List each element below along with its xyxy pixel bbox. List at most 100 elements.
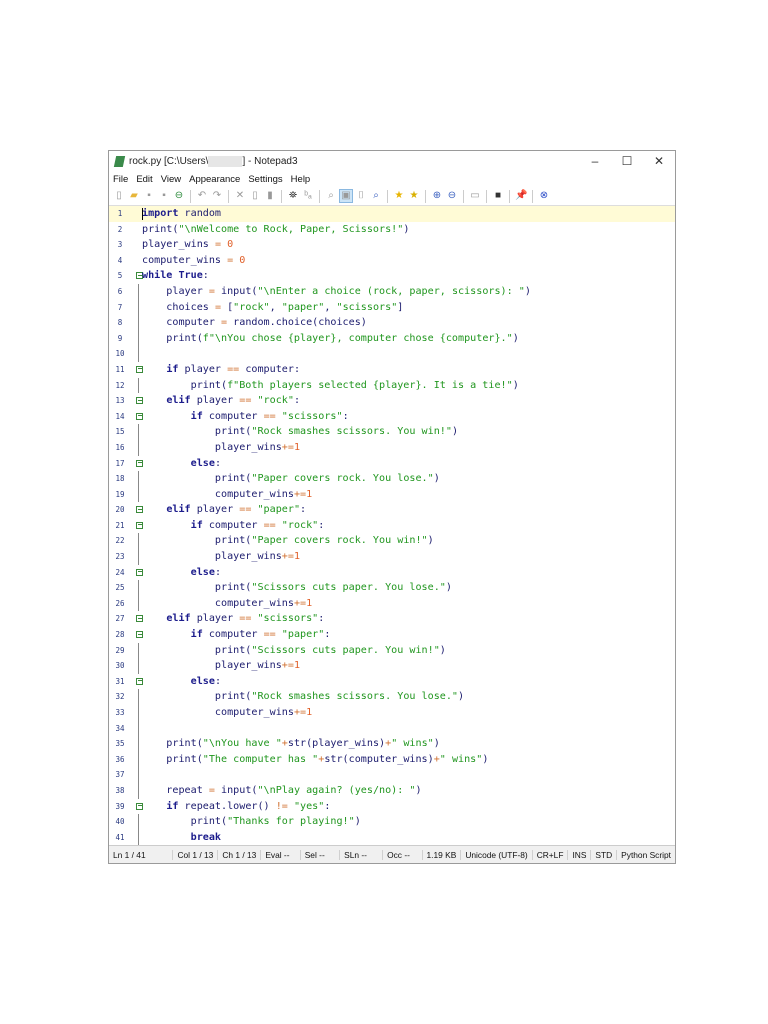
code-line[interactable]: 30 player_wins+=1 [109,658,675,674]
status-lexer[interactable]: Python Script [617,850,675,860]
code-line[interactable]: 9 print(f"\nYou chose {player}, computer… [109,330,675,347]
code-line[interactable]: 20 elif player == "paper": [109,502,675,518]
code-line[interactable]: 24 else: [109,565,675,581]
code-line[interactable]: 2 print("\nWelcome to Rock, Paper, Scisso… [109,222,675,238]
long-line-icon[interactable]: ⌷ [355,190,367,202]
code-text: print(f"Both players selected {player}. … [142,379,519,391]
code-line[interactable]: 28 if computer == "paper": [109,627,675,643]
code-line[interactable]: 35 print("\nYou have "+str(player_wins)+… [109,736,675,752]
status-col: Col 1 / 13 [173,849,219,860]
code-line[interactable]: 21 if computer == "rock": [109,518,675,534]
line-number: 14 [115,411,125,421]
code-line[interactable]: 15 print("Rock smashes scissors. You win… [109,424,675,440]
bookmark-add-icon[interactable]: ★ [408,190,420,202]
pin-icon[interactable]: 📌 [515,190,527,202]
screen-icon[interactable]: ■ [492,190,504,202]
code-line[interactable]: 17 else: [109,456,675,472]
open-folder-icon[interactable]: ▰ [128,190,140,202]
line-number: 29 [115,645,125,655]
code-line[interactable]: 37 [109,767,675,783]
code-line[interactable]: 7 choices = ["rock", "paper", "scissors"… [109,299,675,316]
line-number: 38 [115,785,125,795]
code-editor[interactable]: 1 import random 2 print("\nWelcome to Rock,… [109,206,675,847]
zoom-out-icon[interactable]: ⊖ [446,190,458,202]
paste-icon[interactable]: ▮ [264,190,276,202]
status-ins[interactable]: INS [568,849,592,860]
status-std[interactable]: STD [591,849,618,860]
code-line[interactable]: 14 if computer == "scissors": [109,409,675,425]
code-text: elif player == "rock": [166,395,301,407]
code-line[interactable]: 27 elif player == "scissors": [109,611,675,627]
revert-icon[interactable]: ⊖ [173,190,185,202]
menu-help[interactable]: Help [291,174,311,185]
maximize-button[interactable]: ☐ [611,154,643,168]
line-number: 39 [115,801,125,811]
code-line[interactable]: 10 [109,346,675,362]
menu-edit[interactable]: Edit [136,174,152,185]
code-line[interactable]: 25 print("Scissors cuts paper. You lose.… [109,580,675,596]
line-number: 30 [115,661,125,671]
code-line[interactable]: 16 player_wins+=1 [109,439,675,456]
line-number: 20 [115,505,125,515]
copy-icon[interactable]: ▯ [249,190,261,202]
menu-view[interactable]: View [161,174,181,185]
code-line[interactable]: 29 print("Scissors cuts paper. You win!"… [109,642,675,659]
code-line[interactable]: 39 if repeat.lower() != "yes": [109,799,675,815]
cut-icon[interactable]: ✕ [234,190,246,202]
code-line[interactable]: 23 player_wins+=1 [109,549,675,565]
close-button[interactable]: ✕ [643,154,675,168]
code-line[interactable]: 4 computer_wins = 0 [109,253,675,269]
code-line[interactable]: 5 while True: [109,268,675,284]
code-line[interactable]: 22 print("Paper covers rock. You win!") [109,533,675,550]
menu-appearance[interactable]: Appearance [189,174,240,185]
save-as-icon[interactable]: ▪ [158,190,170,202]
find-next-icon[interactable]: ⌕ [370,190,382,202]
bookmark-icon[interactable]: ★ [393,190,405,202]
code-line[interactable]: 3 player_wins = 0 [109,237,675,253]
toolbar-separator [509,189,510,203]
code-line[interactable]: 13 elif player == "rock": [109,393,675,409]
code-line[interactable]: 38 repeat = input("\nPlay again? (yes/no… [109,782,675,799]
code-line[interactable]: 6 player = input("\nEnter a choice (rock… [109,283,675,300]
code-line[interactable]: 36 print("The computer has "+str(compute… [109,751,675,768]
code-line[interactable]: 12 print(f"Both players selected {player… [109,377,675,394]
menu-settings[interactable]: Settings [248,174,282,185]
code-line[interactable]: 1 import random [109,206,675,222]
menu-file[interactable]: File [113,174,128,185]
code-line[interactable]: 32 print("Rock smashes scissors. You los… [109,689,675,705]
view-icon[interactable]: ▭ [469,190,481,202]
redo-icon[interactable]: ↷ [211,190,223,202]
goto-icon[interactable]: ⌕ [325,190,337,202]
code-text: print("Scissors cuts paper. You win!") [142,644,446,656]
code-line[interactable]: 41 break [109,829,675,846]
code-text: if repeat.lower() != "yes": [166,800,331,812]
new-file-icon[interactable]: ▯ [113,190,125,202]
close-doc-icon[interactable]: ⊗ [538,190,550,202]
line-number: 2 [117,224,123,234]
code-text: player_wins+=1 [142,551,301,563]
status-encoding[interactable]: Unicode (UTF-8) [461,849,533,860]
status-line[interactable]: Ln 1 / 41 [109,849,174,860]
code-line[interactable]: 19 computer_wins+=1 [109,486,675,503]
code-line[interactable]: 34 [109,720,675,737]
code-line[interactable]: 8 computer = random.choice(choices) [109,315,675,331]
undo-icon[interactable]: ↶ [196,190,208,202]
code-line[interactable]: 11 if player == computer: [109,362,675,378]
status-eol[interactable]: CR+LF [533,849,569,860]
fold-line [138,705,139,721]
code-text: player_wins = 0 [142,239,234,251]
code-line[interactable]: 18 print("Paper covers rock. You lose.") [109,471,675,487]
word-wrap-icon[interactable]: ▣ [339,189,353,203]
save-icon[interactable]: ▪ [143,190,155,202]
line-number: 18 [115,474,125,484]
find-icon[interactable]: ⛯ [287,190,299,202]
code-line[interactable]: 40 print("Thanks for playing!") [109,814,675,830]
zoom-in-icon[interactable]: ⊕ [431,190,443,202]
code-line[interactable]: 31 else: [109,674,675,690]
code-line[interactable]: 33 computer_wins+=1 [109,705,675,721]
minimize-button[interactable]: – [579,154,611,168]
replace-icon[interactable]: ᵇₐ [302,190,314,202]
code-line[interactable]: 26 computer_wins+=1 [109,595,675,612]
window-title-prefix: rock.py [C:\Users\ [129,155,209,167]
fold-line [138,814,139,830]
